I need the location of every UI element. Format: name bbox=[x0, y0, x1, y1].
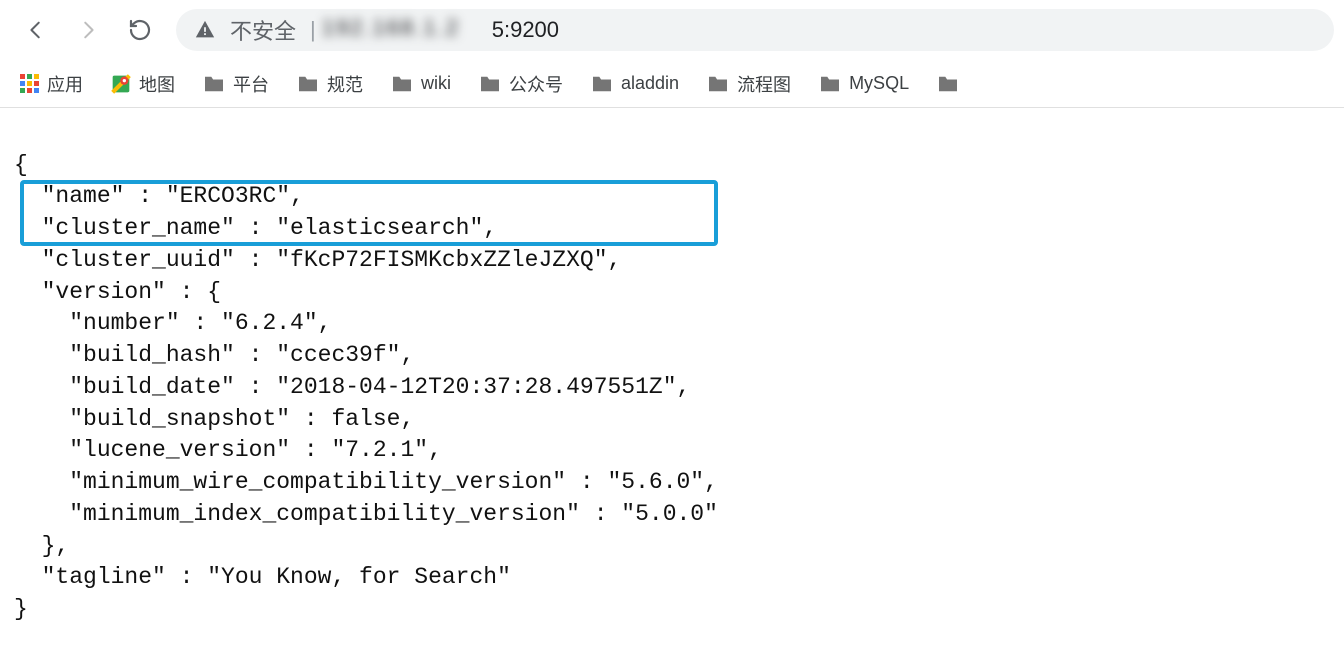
json-line: "tagline" : "You Know, for Search" bbox=[14, 564, 511, 590]
bookmark-label: 规范 bbox=[327, 71, 363, 97]
json-line: "lucene_version" : "7.2.1", bbox=[14, 437, 442, 463]
json-line: "version" : { bbox=[14, 279, 221, 305]
json-line: "cluster_name" : "elasticsearch", bbox=[14, 215, 497, 241]
json-line: "name" : "ERCO3RC", bbox=[14, 183, 304, 209]
page-content: { "name" : "ERCO3RC", "cluster_name" : "… bbox=[0, 108, 1344, 667]
apps-label: 应用 bbox=[47, 71, 83, 97]
bookmark-folder-flowchart[interactable]: 流程图 bbox=[707, 71, 791, 97]
bookmark-label: aladdin bbox=[621, 73, 679, 94]
bookmark-folder-platform[interactable]: 平台 bbox=[203, 71, 269, 97]
browser-toolbar: 不安全 | 192.168.1.2 5:9200 bbox=[0, 0, 1344, 60]
folder-icon bbox=[591, 75, 613, 93]
json-line: } bbox=[14, 596, 28, 622]
bookmark-folder-spec[interactable]: 规范 bbox=[297, 71, 363, 97]
forward-button[interactable] bbox=[68, 10, 108, 50]
apps-icon bbox=[20, 74, 39, 93]
folder-icon bbox=[479, 75, 501, 93]
folder-icon bbox=[203, 75, 225, 93]
reload-button[interactable] bbox=[120, 10, 160, 50]
insecure-label: 不安全 bbox=[230, 14, 296, 46]
bookmarks-bar: 应用 地图 平台 规范 wiki 公众号 aladdin 流程图 MySQL bbox=[0, 60, 1344, 108]
bookmark-label: MySQL bbox=[849, 73, 909, 94]
json-line: "number" : "6.2.4", bbox=[14, 310, 331, 336]
json-line: "build_snapshot" : false, bbox=[14, 406, 414, 432]
folder-icon bbox=[937, 75, 959, 93]
bookmark-label: 平台 bbox=[233, 71, 269, 97]
apps-button[interactable]: 应用 bbox=[20, 71, 83, 97]
bookmark-label: 公众号 bbox=[509, 71, 563, 97]
address-bar[interactable]: 不安全 | 192.168.1.2 5:9200 bbox=[176, 9, 1334, 51]
separator: | bbox=[310, 17, 316, 43]
json-line: "build_date" : "2018-04-12T20:37:28.4975… bbox=[14, 374, 690, 400]
json-line: "cluster_uuid" : "fKcP72FISMKcbxZZleJZXQ… bbox=[14, 247, 621, 273]
bookmark-label: 流程图 bbox=[737, 71, 791, 97]
bookmark-label: wiki bbox=[421, 73, 451, 94]
bookmark-maps[interactable]: 地图 bbox=[111, 71, 175, 97]
json-line: "minimum_index_compatibility_version" : … bbox=[14, 501, 718, 527]
json-line: { bbox=[14, 152, 28, 178]
insecure-icon bbox=[194, 19, 216, 41]
maps-icon bbox=[111, 74, 131, 94]
bookmark-folder-wiki[interactable]: wiki bbox=[391, 73, 451, 94]
back-button[interactable] bbox=[16, 10, 56, 50]
json-line: "minimum_wire_compatibility_version" : "… bbox=[14, 469, 718, 495]
json-line: }, bbox=[14, 533, 69, 559]
bookmark-folder-aladdin[interactable]: aladdin bbox=[591, 73, 679, 94]
bookmark-folder-extra[interactable] bbox=[937, 75, 959, 93]
url-suffix: 5:9200 bbox=[492, 17, 559, 43]
bookmark-folder-mysql[interactable]: MySQL bbox=[819, 73, 909, 94]
folder-icon bbox=[707, 75, 729, 93]
json-line: "build_hash" : "ccec39f", bbox=[14, 342, 414, 368]
folder-icon bbox=[819, 75, 841, 93]
bookmark-label: 地图 bbox=[139, 71, 175, 97]
folder-icon bbox=[391, 75, 413, 93]
folder-icon bbox=[297, 75, 319, 93]
bookmark-folder-gzh[interactable]: 公众号 bbox=[479, 71, 563, 97]
url-redacted: 192.168.1.2 bbox=[322, 15, 492, 45]
